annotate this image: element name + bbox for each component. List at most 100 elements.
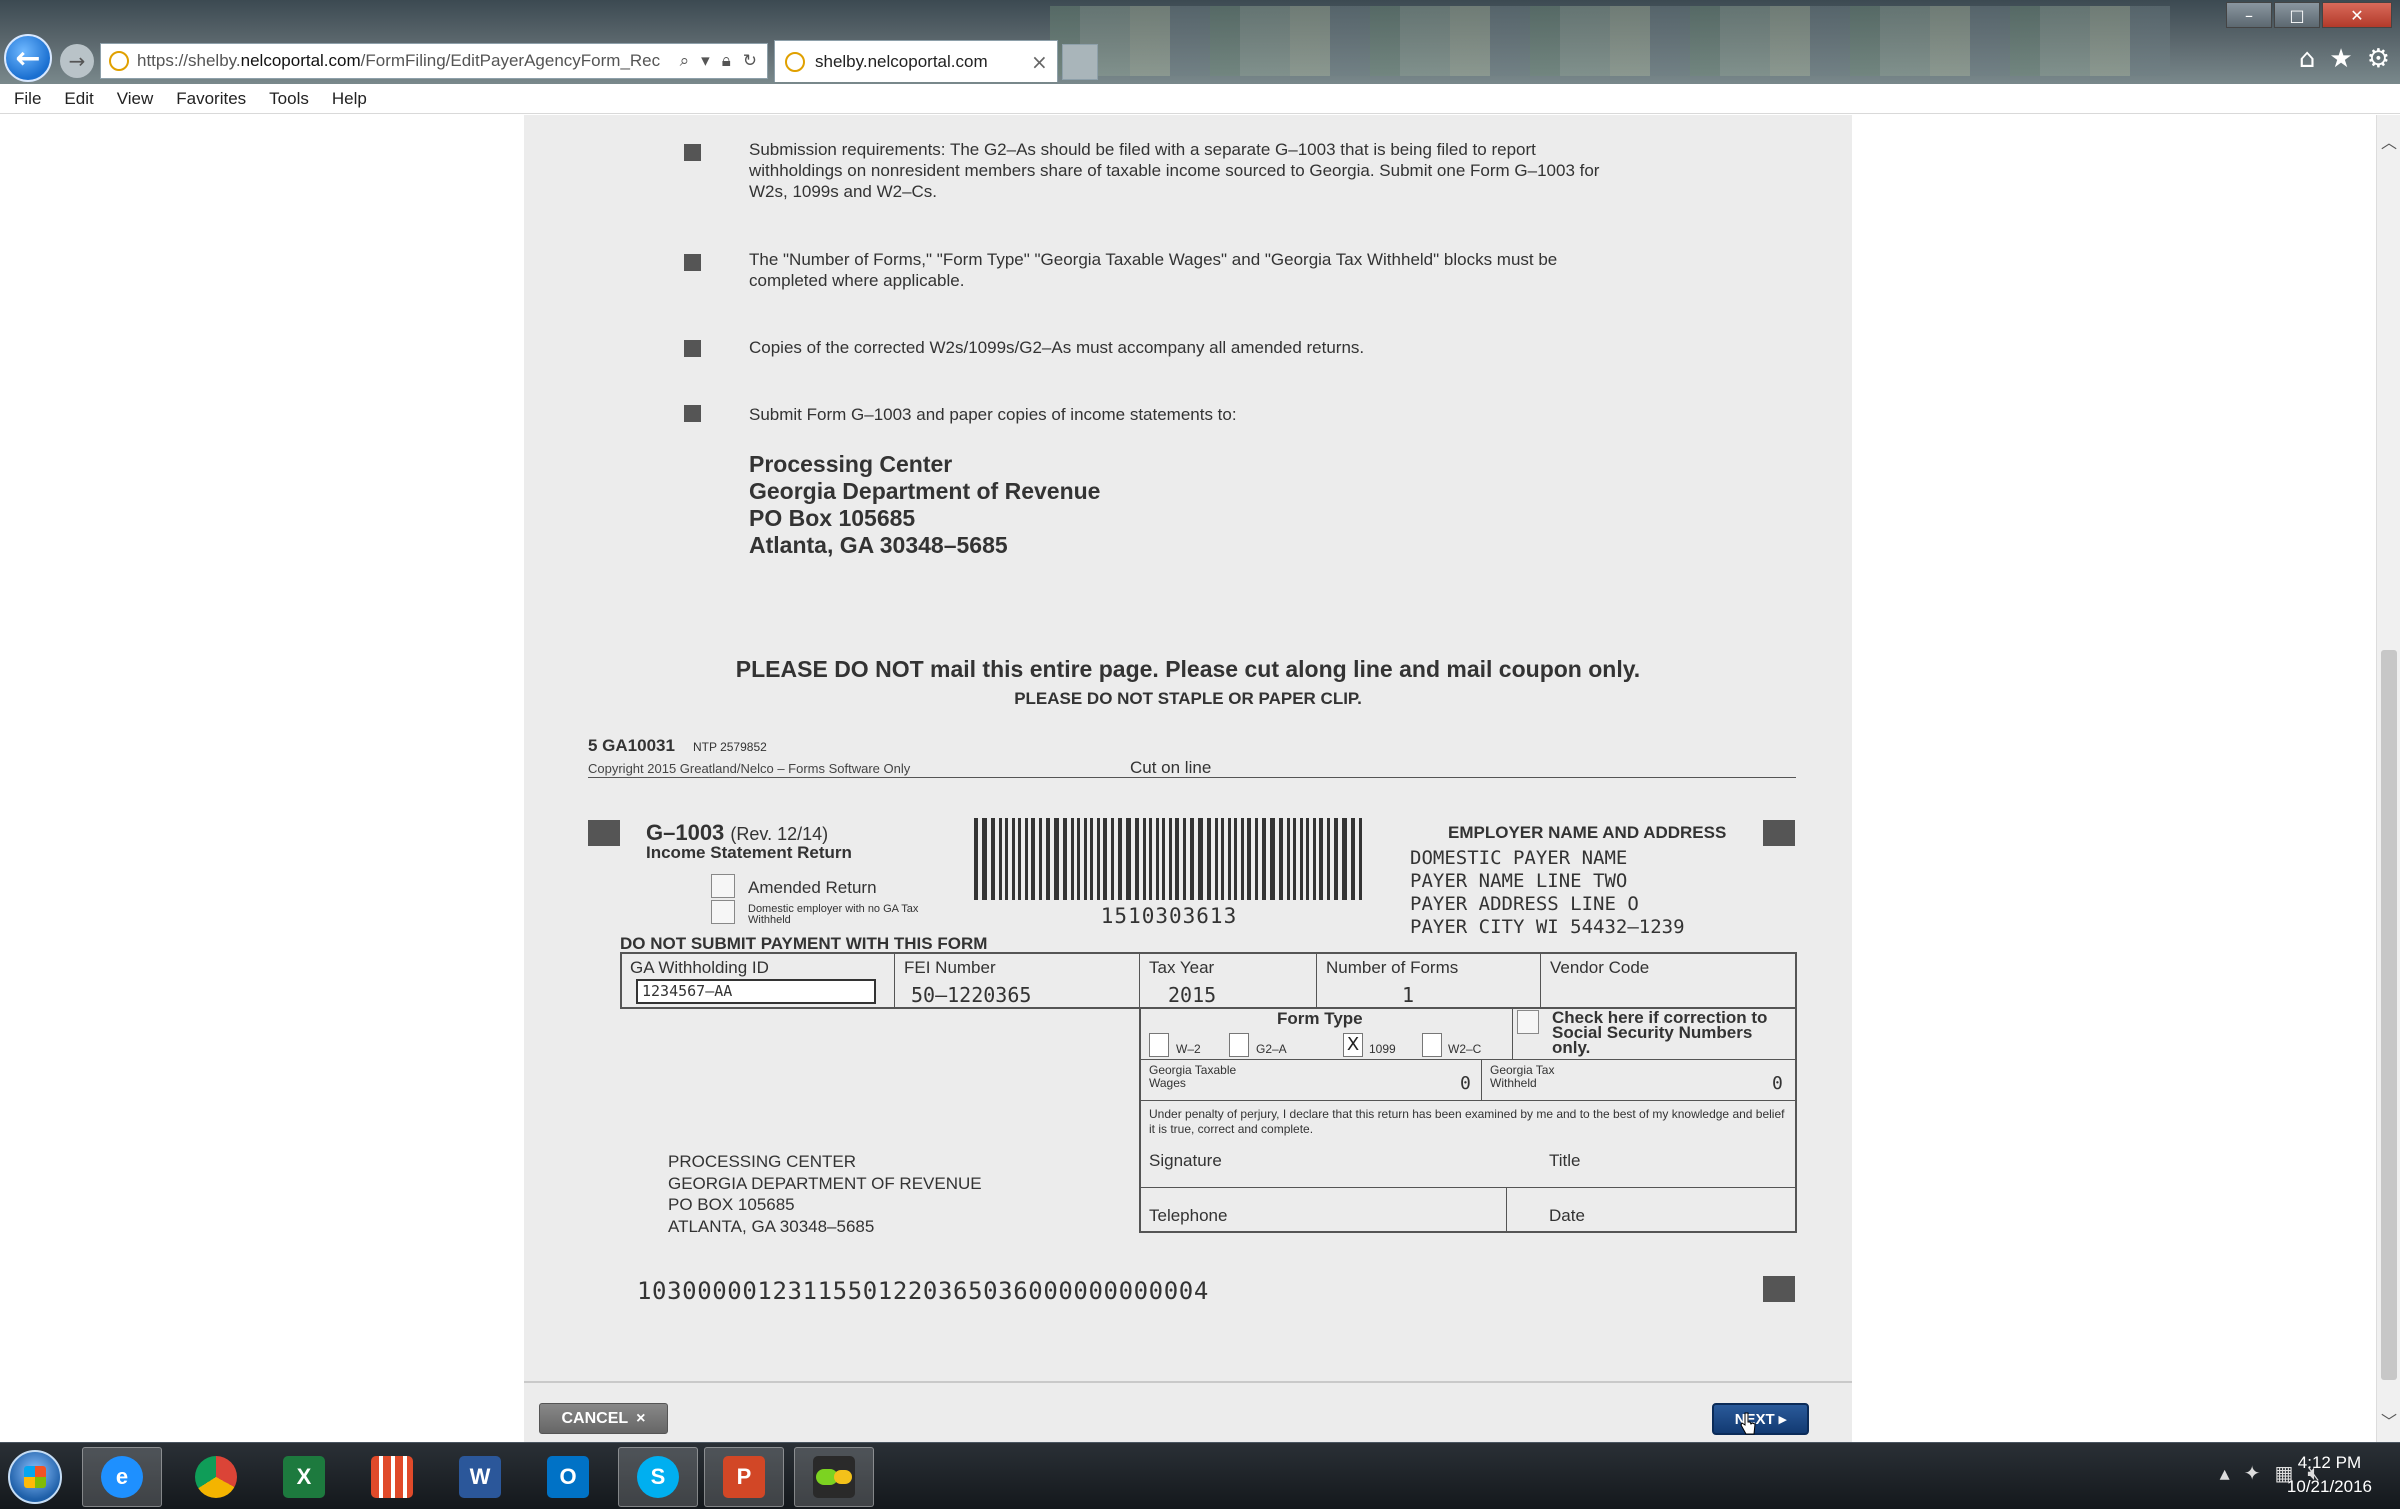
menu-favorites[interactable]: Favorites xyxy=(176,89,246,109)
taskbar-ie[interactable]: e xyxy=(82,1447,162,1507)
settings-gear-icon[interactable]: ⚙ xyxy=(2367,44,2390,74)
registration-mark-icon xyxy=(1763,820,1795,846)
taskbar-chrome[interactable] xyxy=(176,1447,256,1507)
divider xyxy=(1139,1187,1797,1188)
back-button[interactable]: ← xyxy=(4,34,52,82)
url-prefix: https://shelby. xyxy=(137,51,241,70)
cancel-button[interactable]: CANCEL × xyxy=(539,1403,668,1434)
background-blur xyxy=(1050,6,2170,76)
form-subtitle: Income Statement Return xyxy=(646,843,852,862)
w2-checkbox[interactable] xyxy=(1149,1033,1169,1057)
bullet-icon xyxy=(684,405,701,422)
forward-arrow-icon: → xyxy=(68,49,86,73)
taskbar-outlook[interactable]: O xyxy=(528,1447,608,1507)
minimize-button[interactable]: – xyxy=(2226,2,2272,28)
domestic-employer-label: Domestic employer with no GA Tax Withhel… xyxy=(748,903,919,926)
taskbar-chat[interactable] xyxy=(794,1447,874,1507)
g2a-checkbox[interactable] xyxy=(1229,1033,1249,1057)
clock-time: 4:12 PM xyxy=(2297,1453,2362,1472)
close-window-button[interactable]: ✕ xyxy=(2322,2,2392,28)
barcode-bar xyxy=(1190,818,1194,900)
tab-favicon-icon xyxy=(785,51,805,72)
instruction-text: Submit Form G–1003 and paper copies of i… xyxy=(749,405,1237,424)
barcode-bar xyxy=(1234,818,1237,900)
instruction-text: Copies of the corrected W2s/1099s/G2–As … xyxy=(749,338,1365,357)
divider xyxy=(894,952,895,1009)
cancel-label: CANCEL xyxy=(561,1409,629,1427)
telephone-label: Telephone xyxy=(1149,1206,1228,1225)
barcode-bar xyxy=(1215,818,1218,900)
form-name: G–1003 xyxy=(646,820,725,845)
divider xyxy=(1139,1100,1797,1101)
clock[interactable]: 4:12 PM 10/21/2016 xyxy=(2287,1451,2372,1499)
scroll-up-icon[interactable]: ︿ xyxy=(2377,129,2400,155)
barcode-bar xyxy=(1025,818,1028,900)
employer-address: DOMESTIC PAYER NAME PAYER NAME LINE TWO … xyxy=(1410,847,1685,939)
browser-toolbar-icons: ⌂ ★ ⚙ xyxy=(2299,44,2390,74)
taskbar-excel[interactable]: X xyxy=(264,1447,344,1507)
new-tab-button[interactable] xyxy=(1062,44,1098,80)
amended-return-label: Amended Return xyxy=(748,878,877,897)
taskbar-skype[interactable]: S xyxy=(618,1447,698,1507)
barcode-bar xyxy=(1175,818,1179,900)
forward-button[interactable]: → xyxy=(60,44,94,78)
scroll-down-icon[interactable]: ﹀ xyxy=(2377,1408,2400,1434)
ga-withholding-input[interactable]: 1234567–AA xyxy=(636,979,876,1004)
employer-line: PAYER ADDRESS LINE O xyxy=(1410,893,1639,915)
divider xyxy=(1316,952,1317,1009)
bullet-icon xyxy=(684,340,701,357)
start-button[interactable] xyxy=(8,1450,62,1504)
dropbox-icon[interactable]: ✦ xyxy=(2244,1461,2261,1485)
bullet-icon xyxy=(684,254,701,271)
browser-tab[interactable]: shelby.nelcoportal.com × xyxy=(774,40,1058,82)
w2c-checkbox[interactable] xyxy=(1422,1033,1442,1057)
menu-file[interactable]: File xyxy=(14,89,41,109)
domestic-employer-checkbox[interactable] xyxy=(711,900,735,924)
favorites-star-icon[interactable]: ★ xyxy=(2329,44,2352,74)
lock-icon[interactable]: 🔒︎ xyxy=(722,51,731,71)
menu-bar: File Edit View Favorites Tools Help xyxy=(0,84,2400,114)
amended-return-checkbox[interactable] xyxy=(711,874,735,898)
divider xyxy=(1506,1187,1507,1233)
divider xyxy=(1139,952,1140,1009)
search-icon[interactable]: ⌕ xyxy=(680,51,690,71)
taskbar-calculator[interactable] xyxy=(352,1447,432,1507)
home-icon[interactable]: ⌂ xyxy=(2299,44,2316,74)
cut-line-label: Cut on line xyxy=(1130,758,1212,777)
url-text[interactable]: https://shelby.nelcoportal.com/FormFilin… xyxy=(137,51,670,71)
next-button[interactable]: NEXT ▸ xyxy=(1712,1403,1809,1435)
barcode-bar xyxy=(1126,818,1131,900)
barcode-bar xyxy=(1207,818,1211,900)
dropdown-icon[interactable]: ▾ xyxy=(701,51,710,71)
ssn-correction-checkbox[interactable] xyxy=(1517,1010,1539,1034)
menu-view[interactable]: View xyxy=(117,89,154,109)
barcode-bar xyxy=(1334,818,1338,900)
instruction-text: The "Number of Forms," "Form Type" "Geor… xyxy=(749,250,1558,290)
divider xyxy=(1139,1059,1797,1060)
scrollbar-thumb[interactable] xyxy=(2381,650,2397,1380)
chat-bubbles-icon xyxy=(813,1456,855,1498)
tax-withheld-value: 0 xyxy=(1772,1073,1783,1094)
barcode-bar xyxy=(1090,818,1093,900)
close-x-icon: × xyxy=(636,1409,646,1427)
tab-close-icon[interactable]: × xyxy=(1031,50,1057,74)
vertical-scrollbar[interactable]: ︿ ﹀ xyxy=(2376,115,2400,1442)
w2c-label: W2–C xyxy=(1448,1042,1482,1056)
menu-edit[interactable]: Edit xyxy=(64,89,93,109)
outlook-icon: O xyxy=(547,1456,589,1498)
1099-checkbox[interactable]: X xyxy=(1343,1033,1363,1057)
processing-line: GEORGIA DEPARTMENT OF REVENUE xyxy=(668,1173,982,1193)
barcode-bar xyxy=(1071,818,1074,900)
maximize-button[interactable]: □ xyxy=(2274,2,2320,28)
tray-expand-icon[interactable]: ▴ xyxy=(2220,1461,2230,1485)
address-bar[interactable]: https://shelby.nelcoportal.com/FormFilin… xyxy=(100,43,768,79)
taskbar-word[interactable]: W xyxy=(440,1447,520,1507)
word-icon: W xyxy=(459,1456,501,1498)
menu-help[interactable]: Help xyxy=(332,89,367,109)
refresh-icon[interactable]: ↻ xyxy=(743,51,757,71)
menu-tools[interactable]: Tools xyxy=(269,89,309,109)
taskbar-powerpoint[interactable]: P xyxy=(704,1447,784,1507)
barcode-bar xyxy=(1111,818,1114,900)
barcode-bar xyxy=(1228,818,1231,900)
processing-line: PO BOX 105685 xyxy=(668,1195,795,1214)
